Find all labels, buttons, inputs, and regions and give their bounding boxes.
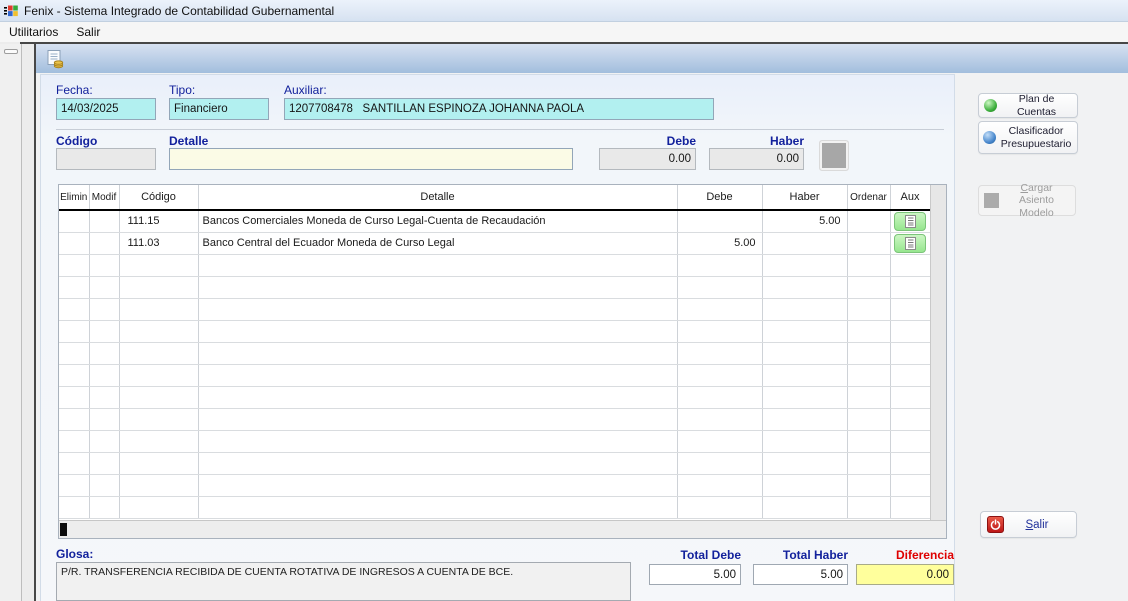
cell-elimin[interactable] (59, 232, 89, 254)
app-logo-icon (3, 3, 19, 19)
workspace: Fecha: 14/03/2025 Tipo: Financiero Auxil… (0, 42, 1128, 601)
glosa-input[interactable]: P/R. TRANSFERENCIA RECIBIDA DE CUENTA RO… (56, 562, 631, 601)
menu-utilitarios[interactable]: Utilitarios (0, 23, 67, 41)
cell-detalle[interactable]: Bancos Comerciales Moneda de Curso Legal… (198, 210, 677, 232)
tipo-field[interactable]: Financiero (169, 98, 269, 120)
window-title: Fenix - Sistema Integrado de Contabilida… (24, 4, 334, 18)
col-header-ordenar: Ordenar (847, 185, 890, 210)
codigo-label: Código (56, 134, 97, 148)
table-row-empty (59, 320, 930, 342)
dock-grip-handle[interactable] (4, 49, 18, 54)
glosa-label: Glosa: (56, 547, 93, 561)
total-debe-value: 5.00 (649, 564, 741, 585)
fecha-label: Fecha: (56, 83, 93, 97)
cell-detalle[interactable]: Banco Central del Ecuador Moneda de Curs… (198, 232, 677, 254)
plan-de-cuentas-label: Plan de Cuentas (1001, 93, 1072, 117)
table-row-empty (59, 276, 930, 298)
gray-square-icon (984, 193, 999, 208)
total-debe-label: Total Debe (649, 548, 741, 562)
blue-sphere-icon (983, 131, 996, 144)
detalle-input[interactable] (169, 148, 573, 170)
col-header-aux: Aux (890, 185, 930, 210)
vertical-scrollbar[interactable] (930, 185, 946, 520)
salir-button-label: Salir (1004, 519, 1070, 531)
power-icon (987, 516, 1004, 533)
cell-debe[interactable]: 5.00 (677, 232, 762, 254)
clasificador-presupuestario-button[interactable]: Clasificador Presupuestario (978, 121, 1078, 154)
form-separator (56, 129, 944, 130)
cell-elimin[interactable] (59, 210, 89, 232)
document-lines-icon (905, 215, 916, 228)
client-area: Fecha: 14/03/2025 Tipo: Financiero Auxil… (36, 44, 1128, 601)
table-row-empty (59, 474, 930, 496)
left-dock-panel (0, 44, 22, 601)
cell-codigo[interactable]: 111.15 (119, 210, 198, 232)
debe-input[interactable]: 0.00 (599, 148, 696, 170)
cargar-asiento-modelo-label: Cargar Asiento Modelo (1003, 182, 1070, 218)
fecha-field[interactable]: 14/03/2025 (56, 98, 156, 120)
codigo-input[interactable] (56, 148, 156, 170)
aux-detail-button[interactable] (894, 234, 926, 253)
horizontal-scrollbar-thumb[interactable] (60, 523, 67, 536)
titlebar: Fenix - Sistema Integrado de Contabilida… (0, 0, 1128, 22)
cell-haber[interactable]: 5.00 (762, 210, 847, 232)
entries-table-viewport: Elimin Modif Código Detalle Debe Haber O… (59, 185, 930, 520)
cell-codigo[interactable]: 111.03 (119, 232, 198, 254)
plan-de-cuentas-button[interactable]: Plan de Cuentas (978, 93, 1078, 118)
col-header-codigo: Código (119, 185, 198, 210)
new-entry-document-icon[interactable] (44, 48, 66, 70)
table-row: 111.15 Bancos Comerciales Moneda de Curs… (59, 210, 930, 232)
tipo-label: Tipo: (169, 83, 195, 97)
cell-modif[interactable] (89, 232, 119, 254)
table-row-empty (59, 430, 930, 452)
add-entry-disabled-button (819, 140, 849, 171)
total-haber-label: Total Haber (753, 548, 848, 562)
menu-salir[interactable]: Salir (67, 23, 109, 41)
col-header-debe: Debe (677, 185, 762, 210)
detalle-label: Detalle (169, 134, 208, 148)
green-sphere-icon (984, 99, 997, 112)
cell-debe[interactable] (677, 210, 762, 232)
table-row-empty (59, 408, 930, 430)
auxiliar-field[interactable]: 1207708478 SANTILLAN ESPINOZA JOHANNA PA… (284, 98, 714, 120)
cell-ordenar[interactable] (847, 210, 890, 232)
col-header-elimin: Elimin (59, 185, 89, 210)
diferencia-label: Diferencia (856, 548, 954, 562)
col-header-detalle: Detalle (198, 185, 677, 210)
table-row-empty (59, 496, 930, 518)
aux-detail-button[interactable] (894, 212, 926, 231)
table-row-empty (59, 386, 930, 408)
entries-table: Elimin Modif Código Detalle Debe Haber O… (58, 184, 947, 539)
col-header-modif: Modif (89, 185, 119, 210)
entries-table-header: Elimin Modif Código Detalle Debe Haber O… (59, 185, 930, 210)
toolbar (36, 44, 1128, 73)
table-row-empty (59, 342, 930, 364)
menubar: Utilitarios Salir (0, 22, 1128, 42)
entry-form-panel: Fecha: 14/03/2025 Tipo: Financiero Auxil… (40, 74, 955, 601)
table-row-empty (59, 364, 930, 386)
cell-modif[interactable] (89, 210, 119, 232)
salir-button[interactable]: Salir (980, 511, 1077, 538)
table-row: 111.03 Banco Central del Ecuador Moneda … (59, 232, 930, 254)
cargar-asiento-modelo-button: Cargar Asiento Modelo (978, 185, 1076, 216)
auxiliar-label: Auxiliar: (284, 83, 327, 97)
haber-label: Haber (709, 134, 804, 148)
debe-label: Debe (599, 134, 696, 148)
cell-haber[interactable] (762, 232, 847, 254)
haber-input[interactable]: 0.00 (709, 148, 804, 170)
table-row-empty (59, 254, 930, 276)
horizontal-scrollbar[interactable] (59, 520, 946, 538)
col-header-haber: Haber (762, 185, 847, 210)
clasificador-presupuestario-label: Clasificador Presupuestario (999, 125, 1073, 149)
table-row-empty (59, 452, 930, 474)
total-haber-value: 5.00 (753, 564, 848, 585)
document-lines-icon (905, 237, 916, 250)
cell-ordenar[interactable] (847, 232, 890, 254)
entries-table-body: 111.15 Bancos Comerciales Moneda de Curs… (59, 210, 930, 518)
table-row-empty (59, 298, 930, 320)
diferencia-value: 0.00 (856, 564, 954, 585)
